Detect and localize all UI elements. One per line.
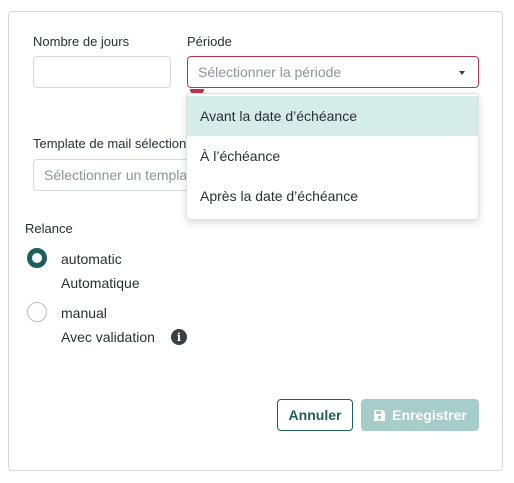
period-option-after[interactable]: Après la date d’échéance: [187, 176, 478, 216]
period-dropdown-menu: Avant la date d’échéance À l’échéance Ap…: [186, 93, 479, 220]
radio-automatic-description: Automatique: [61, 275, 140, 291]
period-placeholder: Sélectionner la période: [198, 64, 342, 80]
period-option-before[interactable]: Avant la date d’échéance: [187, 96, 478, 136]
radio-manual-value: manual: [61, 305, 107, 321]
save-icon: [374, 409, 386, 421]
radio-automatic-value: automatic: [61, 251, 122, 267]
days-input[interactable]: [33, 56, 171, 88]
period-select[interactable]: Sélectionner la période: [187, 56, 479, 88]
save-button[interactable]: Enregistrer: [361, 399, 479, 431]
cancel-button[interactable]: Annuler: [277, 399, 353, 431]
info-icon[interactable]: i: [171, 329, 187, 345]
radio-manual-description: Avec validation: [61, 329, 155, 345]
days-label: Nombre de jours: [33, 34, 130, 49]
relance-label: Relance: [25, 221, 73, 236]
radio-manual[interactable]: [27, 302, 47, 322]
period-option-on-due[interactable]: À l’échéance: [187, 136, 478, 176]
save-button-label: Enregistrer: [392, 407, 467, 423]
period-label: Période: [187, 34, 232, 49]
radio-automatic[interactable]: [27, 248, 47, 268]
template-placeholder: Sélectionner un template: [44, 167, 199, 183]
template-label: Template de mail sélectionné: [33, 136, 193, 151]
template-select[interactable]: Sélectionner un template: [33, 159, 203, 191]
chevron-down-icon: [459, 71, 465, 75]
